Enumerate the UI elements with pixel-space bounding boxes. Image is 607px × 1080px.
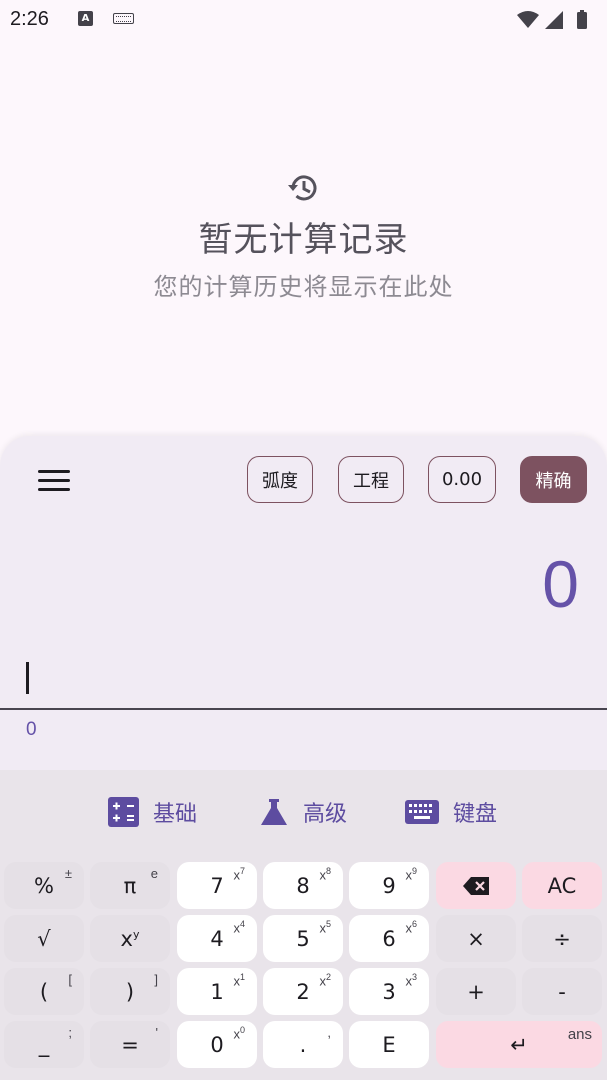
key-backspace[interactable] (436, 862, 516, 909)
key-multiply[interactable]: × (436, 915, 516, 962)
key-open-paren[interactable]: ([ (4, 968, 84, 1015)
history-icon (287, 175, 316, 201)
tab-keyboard-label: 键盘 (453, 802, 498, 827)
key-8[interactable]: 8 x8 (263, 862, 343, 909)
key-divide[interactable]: ÷ (522, 915, 602, 962)
key-3[interactable]: 3 x3 (349, 968, 429, 1015)
key-5[interactable]: 5 x5 (263, 915, 343, 962)
result-display: 0 (542, 547, 579, 621)
key-1[interactable]: 1 x1 (177, 968, 257, 1015)
key-pi[interactable]: πe (90, 862, 170, 909)
key-equals[interactable]: = ' (90, 1021, 170, 1068)
key-0[interactable]: 0 x0 (177, 1021, 257, 1068)
menu-icon[interactable] (38, 470, 70, 492)
key-9[interactable]: 9 x9 (349, 862, 429, 909)
tab-advanced-label: 高级 (303, 802, 348, 827)
a-notification-icon: A (78, 11, 93, 26)
empty-history-title: 暂无计算记录 (198, 220, 409, 260)
battery-icon (577, 12, 587, 29)
empty-history: 暂无计算记录 您的计算历史将显示在此处 (0, 170, 607, 302)
wifi-icon (517, 11, 539, 28)
key-enter[interactable]: ↵ ans (436, 1021, 602, 1068)
keyboard-notification-icon (113, 13, 134, 24)
radian-chip[interactable]: 弧度 (247, 456, 313, 503)
engineering-chip[interactable]: 工程 (338, 456, 404, 503)
keyboard-icon (405, 800, 439, 824)
key-plus[interactable]: + (436, 968, 516, 1015)
key-power[interactable]: xy (90, 915, 170, 962)
tab-keyboard[interactable]: 键盘 (405, 790, 497, 834)
key-2[interactable]: 2 x2 (263, 968, 343, 1015)
key-7[interactable]: 7 x7 (177, 862, 257, 909)
input-cursor[interactable] (26, 662, 29, 694)
signal-icon (545, 11, 563, 29)
exact-chip[interactable]: 精确 (520, 456, 587, 503)
key-sqrt[interactable]: √ (4, 915, 84, 962)
key-close-paren[interactable]: )] (90, 968, 170, 1015)
enter-icon: ↵ (510, 1032, 528, 1057)
status-time: 2:26 (10, 8, 49, 30)
tab-advanced[interactable]: 高级 (259, 790, 347, 834)
status-bar: 2:26 A (0, 0, 607, 40)
key-exponent[interactable]: E (349, 1021, 429, 1068)
backspace-icon (463, 876, 489, 895)
system-status-icons (517, 10, 587, 29)
key-minus[interactable]: - (522, 968, 602, 1015)
key-percent[interactable]: % ± (4, 862, 84, 909)
result-preview: 0 (26, 719, 37, 740)
key-decimal[interactable]: ., (263, 1021, 343, 1068)
empty-history-subtitle: 您的计算历史将显示在此处 (153, 273, 454, 301)
flask-icon (261, 799, 287, 825)
tab-basic[interactable]: 基础 (108, 790, 197, 834)
precision-chip[interactable]: 0.00 (428, 456, 496, 503)
calculator-icon (108, 797, 139, 827)
key-6[interactable]: 6 x6 (349, 915, 429, 962)
key-underscore[interactable]: _; (4, 1021, 84, 1068)
tab-basic-label: 基础 (153, 802, 198, 827)
key-all-clear[interactable]: AC (522, 862, 602, 909)
input-divider (0, 708, 607, 710)
key-4[interactable]: 4 x4 (177, 915, 257, 962)
